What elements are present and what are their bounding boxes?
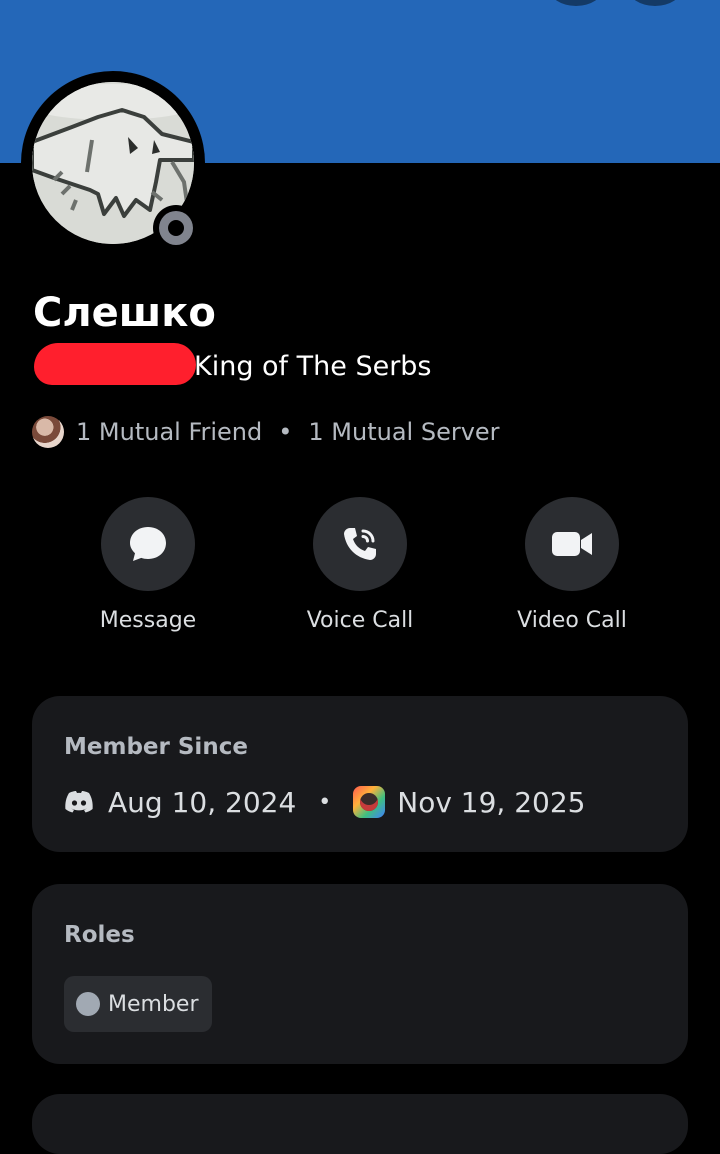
discord-logo-icon (65, 791, 93, 813)
video-camera-icon (552, 532, 592, 556)
banner-button-left[interactable] (549, 0, 603, 6)
next-card (32, 1094, 688, 1154)
mutuals-separator: • (278, 418, 293, 446)
banner-button-right[interactable] (628, 0, 682, 6)
redaction-mark (34, 343, 196, 385)
member-since-row: Aug 10, 2024 • Nov 19, 2025 (64, 782, 585, 822)
message-button[interactable] (101, 497, 195, 591)
chat-bubble-icon (130, 527, 166, 561)
member-since-title: Member Since (64, 734, 248, 760)
roles-card: Roles Member (32, 884, 688, 1064)
role-chip-member[interactable]: Member (64, 976, 212, 1032)
status-offline-icon (159, 211, 193, 245)
voice-call-action[interactable]: Voice Call (260, 497, 460, 635)
mutual-servers-label[interactable]: 1 Mutual Server (308, 418, 499, 446)
discord-join-date: Aug 10, 2024 (108, 785, 297, 819)
role-color-dot (76, 992, 100, 1016)
mutual-friend-avatar (32, 416, 64, 448)
member-since-card: Member Since Aug 10, 2024 • Nov 19, 2025 (32, 696, 688, 852)
server-icon (353, 786, 386, 818)
display-name: Слешко (33, 290, 216, 336)
message-action[interactable]: Message (48, 497, 248, 635)
role-label: Member (108, 991, 199, 1017)
video-call-label: Video Call (517, 608, 627, 633)
voice-call-button[interactable] (313, 497, 407, 591)
username-tag: King of The Serbs (194, 351, 432, 382)
roles-title: Roles (64, 922, 135, 948)
member-since-separator: • (318, 789, 332, 815)
message-label: Message (99, 608, 197, 633)
video-call-button[interactable] (525, 497, 619, 591)
mutual-friends-label[interactable]: 1 Mutual Friend (76, 418, 262, 446)
server-join-date: Nov 19, 2025 (397, 785, 586, 819)
phone-icon (344, 528, 376, 560)
video-call-action[interactable]: Video Call (472, 497, 672, 635)
voice-call-label: Voice Call (306, 608, 414, 633)
mutuals-row[interactable]: 1 Mutual Friend • 1 Mutual Server (32, 414, 500, 450)
